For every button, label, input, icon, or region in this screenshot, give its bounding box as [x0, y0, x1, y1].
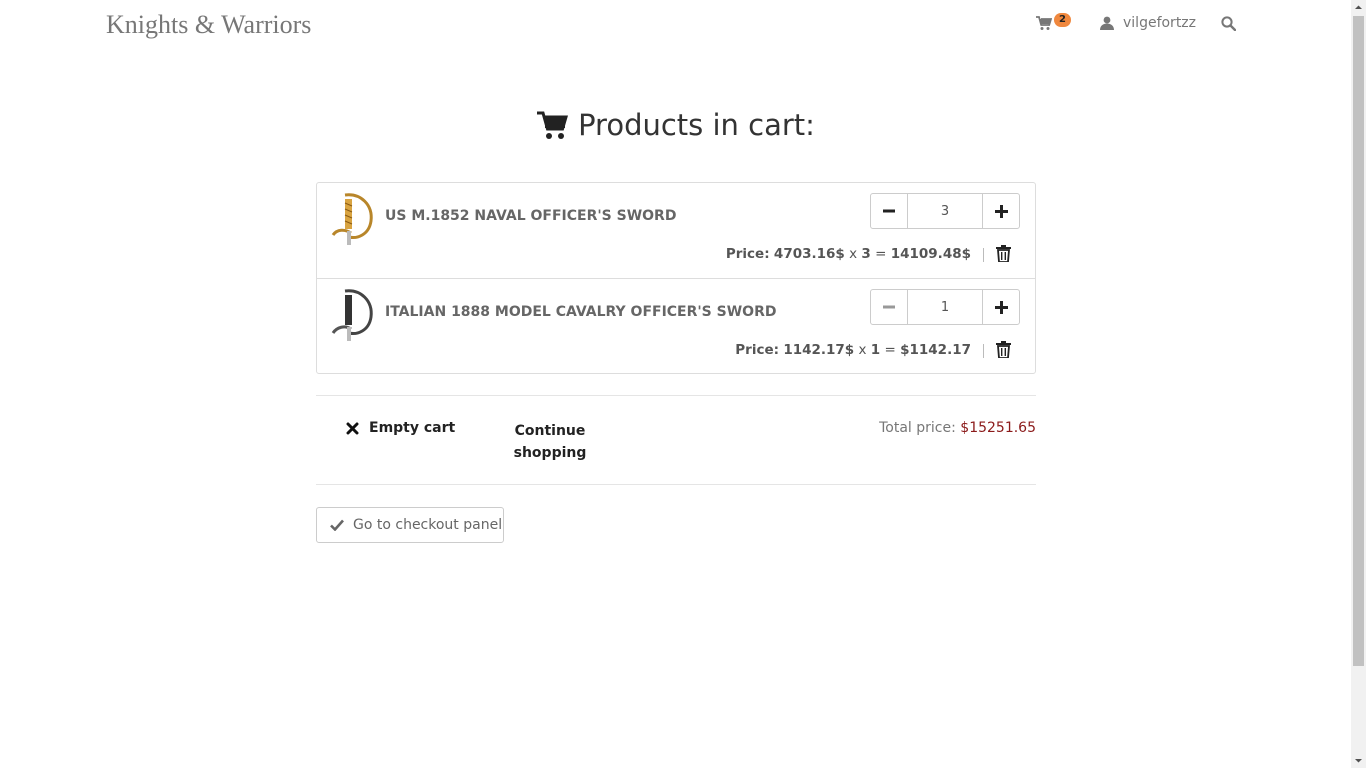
- divider: [983, 248, 984, 262]
- increase-quantity-button[interactable]: [982, 289, 1020, 325]
- scrollbar-thumb[interactable]: [1353, 16, 1364, 666]
- top-navbar: Knights & Warriors 2 vilgefortzz: [0, 0, 1351, 50]
- nav-user-link[interactable]: vilgefortzz: [1100, 15, 1196, 31]
- divider: [983, 344, 984, 358]
- cart-item: US M.1852 NAVAL OFFICER'S SWORD Price: 4…: [317, 183, 1035, 278]
- decrease-quantity-button[interactable]: [870, 193, 908, 229]
- item-qty-text: 3: [861, 246, 871, 262]
- unit-price: 1142.17$: [783, 342, 855, 358]
- check-icon: [330, 519, 344, 531]
- scroll-up-arrow-icon[interactable]: [1351, 0, 1366, 15]
- price-label: Price:: [725, 246, 770, 262]
- unit-price: 4703.16$: [773, 246, 845, 262]
- plus-icon: [994, 204, 1008, 218]
- decrease-quantity-button[interactable]: [870, 289, 908, 325]
- shopping-cart-icon: [537, 111, 569, 139]
- total-price-value: $15251.65: [960, 420, 1036, 436]
- remove-item-button[interactable]: [996, 245, 1011, 266]
- item-qty-text: 1: [870, 342, 881, 358]
- increase-quantity-button[interactable]: [982, 193, 1020, 229]
- cart-item: ITALIAN 1888 MODEL CAVALRY OFFICER'S SWO…: [317, 278, 1035, 373]
- quantity-input[interactable]: [908, 289, 982, 325]
- quantity-stepper: [870, 193, 1020, 229]
- user-icon: [1100, 16, 1114, 30]
- cart-heading: Products in cart:: [0, 108, 1351, 142]
- remove-item-button[interactable]: [996, 341, 1011, 362]
- divider: [316, 395, 1036, 396]
- continue-shopping-link[interactable]: Continue shopping: [505, 420, 595, 464]
- brand-logo-text[interactable]: Knights & Warriors: [106, 10, 311, 40]
- times-sign: x: [849, 246, 858, 262]
- cart-count-badge: 2: [1054, 13, 1071, 27]
- cart-item-list: US M.1852 NAVAL OFFICER'S SWORD Price: 4…: [316, 182, 1036, 374]
- trash-icon: [996, 245, 1011, 263]
- page-title: Products in cart:: [578, 108, 815, 142]
- empty-cart-label: Empty cart: [369, 420, 456, 436]
- product-name[interactable]: US M.1852 NAVAL OFFICER'S SWORD: [385, 208, 676, 224]
- minus-icon: [883, 305, 895, 309]
- price-label: Price:: [735, 342, 780, 358]
- search-button[interactable]: [1221, 16, 1237, 35]
- minus-icon: [883, 209, 895, 213]
- close-icon: [346, 422, 359, 434]
- checkout-button[interactable]: Go to checkout panel: [316, 507, 504, 543]
- plus-icon: [994, 300, 1008, 314]
- quantity-stepper: [870, 289, 1020, 325]
- username-label: vilgefortzz: [1123, 15, 1197, 31]
- trash-icon: [996, 341, 1011, 359]
- sword-thumbnail-image: [331, 289, 373, 341]
- item-subtotal: 14109.48$: [890, 246, 971, 262]
- nav-cart-link[interactable]: 2: [1036, 13, 1071, 31]
- equals-sign: =: [875, 246, 887, 262]
- checkout-label: Go to checkout panel: [353, 517, 503, 533]
- times-sign: x: [858, 342, 867, 358]
- quantity-input[interactable]: [908, 193, 982, 229]
- equals-sign: =: [884, 342, 896, 358]
- product-name[interactable]: ITALIAN 1888 MODEL CAVALRY OFFICER'S SWO…: [385, 304, 776, 320]
- empty-cart-button[interactable]: Empty cart: [346, 420, 455, 436]
- sword-thumbnail-image: [331, 193, 373, 245]
- search-icon: [1221, 16, 1237, 32]
- vertical-scrollbar[interactable]: [1351, 0, 1366, 768]
- item-price-line: Price: 1142.17$ x 1 = $1142.17: [735, 342, 984, 358]
- scroll-down-arrow-icon[interactable]: [1351, 753, 1366, 768]
- divider: [316, 484, 1036, 485]
- item-price-line: Price: 4703.16$ x 3 = 14109.48$: [725, 246, 984, 262]
- item-subtotal: $1142.17: [900, 342, 971, 358]
- shopping-cart-icon: [1036, 16, 1052, 30]
- total-price: Total price: $15251.65: [879, 420, 1036, 436]
- total-price-label: Total price:: [879, 420, 956, 436]
